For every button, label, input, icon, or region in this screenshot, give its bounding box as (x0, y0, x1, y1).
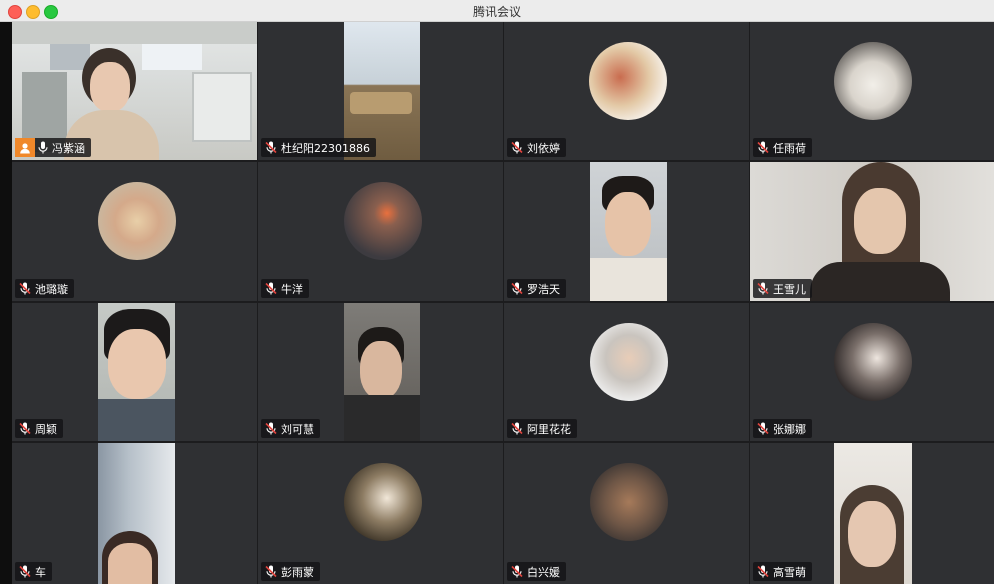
microphone-muted-icon (265, 141, 277, 154)
participant-video (344, 303, 420, 441)
participant-name-tag: 周颖 (15, 419, 63, 438)
participant-name: 周颖 (35, 422, 57, 436)
participant-name-tag: 冯紫涵 (15, 138, 91, 157)
microphone-muted-icon (757, 565, 769, 578)
participant-name: 冯紫涵 (52, 141, 85, 155)
participant-avatar (834, 42, 912, 120)
participant-name: 车 (35, 565, 46, 579)
participant-avatar (344, 463, 422, 541)
microphone-muted-icon (511, 282, 523, 295)
microphone-muted-icon (19, 565, 31, 578)
participant-name-tag: 牛洋 (261, 279, 309, 298)
participant-tile[interactable]: 任雨荷 (750, 22, 994, 160)
participant-avatar (590, 323, 668, 401)
participant-name-tag: 高雪萌 (753, 562, 812, 581)
participant-video (98, 303, 175, 441)
participant-tile[interactable]: 周颖 (12, 303, 257, 441)
participant-tile[interactable]: 池璐璇 (12, 162, 257, 301)
participant-video (834, 443, 912, 584)
participant-video (98, 443, 175, 584)
participant-name-tag: 池璐璇 (15, 279, 74, 298)
participant-name: 池璐璇 (35, 282, 68, 296)
participant-name: 刘可慧 (281, 422, 314, 436)
participant-tile[interactable]: 高雪萌 (750, 443, 994, 584)
participant-name-tag: 张娜娜 (753, 419, 812, 438)
participant-name-tag: 车 (15, 562, 52, 581)
microphone-muted-icon (19, 422, 31, 435)
host-person-icon (15, 138, 35, 157)
participant-tile[interactable]: 冯紫涵 (12, 22, 257, 160)
participant-avatar (589, 42, 667, 120)
window-titlebar: 腾讯会议 (0, 0, 994, 22)
participant-tile[interactable]: 王雪儿 (750, 162, 994, 301)
participant-tile[interactable]: 张娜娜 (750, 303, 994, 441)
participant-name: 牛洋 (281, 282, 303, 296)
participant-name: 王雪儿 (773, 282, 806, 296)
participant-name-tag: 罗浩天 (507, 279, 566, 298)
participant-avatar (98, 182, 176, 260)
participant-avatar (834, 323, 912, 401)
participant-name: 杜纪阳22301886 (281, 141, 370, 155)
participant-name-tag: 任雨荷 (753, 138, 812, 157)
microphone-muted-icon (265, 565, 277, 578)
participant-name: 阿里花花 (527, 422, 571, 436)
participant-tile[interactable]: 罗浩天 (504, 162, 749, 301)
participant-name-tag: 白兴媛 (507, 562, 566, 581)
participant-name-tag: 王雪儿 (753, 279, 812, 298)
microphone-muted-icon (265, 282, 277, 295)
microphone-muted-icon (511, 565, 523, 578)
participant-name: 张娜娜 (773, 422, 806, 436)
microphone-on-icon (38, 141, 48, 154)
participant-tile[interactable]: 杜纪阳22301886 (258, 22, 503, 160)
participant-name-tag: 阿里花花 (507, 419, 577, 438)
participant-tile[interactable]: 牛洋 (258, 162, 503, 301)
microphone-muted-icon (19, 282, 31, 295)
participant-name: 彭雨蒙 (281, 565, 314, 579)
participant-name-tag: 刘可慧 (261, 419, 320, 438)
participant-name: 罗浩天 (527, 282, 560, 296)
microphone-muted-icon (757, 141, 769, 154)
participant-tile[interactable]: 彭雨蒙 (258, 443, 503, 584)
participant-name: 高雪萌 (773, 565, 806, 579)
participant-tile[interactable]: 刘依婷 (504, 22, 749, 160)
participant-name-tag: 刘依婷 (507, 138, 566, 157)
participant-video (590, 162, 667, 301)
sidebar-edge (0, 22, 12, 584)
participant-name: 刘依婷 (527, 141, 560, 155)
participant-name-tag: 彭雨蒙 (261, 562, 320, 581)
microphone-muted-icon (265, 422, 277, 435)
participant-avatar (344, 182, 422, 260)
participant-tile[interactable]: 白兴媛 (504, 443, 749, 584)
microphone-muted-icon (511, 141, 523, 154)
participant-name: 白兴媛 (527, 565, 560, 579)
participant-tile[interactable]: 阿里花花 (504, 303, 749, 441)
microphone-muted-icon (511, 422, 523, 435)
participant-tile[interactable]: 刘可慧 (258, 303, 503, 441)
participant-name-tag: 杜纪阳22301886 (261, 138, 376, 157)
participant-tile[interactable]: 车 (12, 443, 257, 584)
microphone-muted-icon (757, 422, 769, 435)
participant-video-grid: 冯紫涵 杜纪阳22301886 刘依婷 任雨荷 池璐璇 牛洋 罗浩天 王雪儿 周… (12, 22, 994, 584)
window-title: 腾讯会议 (472, 5, 521, 19)
participant-avatar (590, 463, 668, 541)
participant-name: 任雨荷 (773, 141, 806, 155)
microphone-muted-icon (757, 282, 769, 295)
